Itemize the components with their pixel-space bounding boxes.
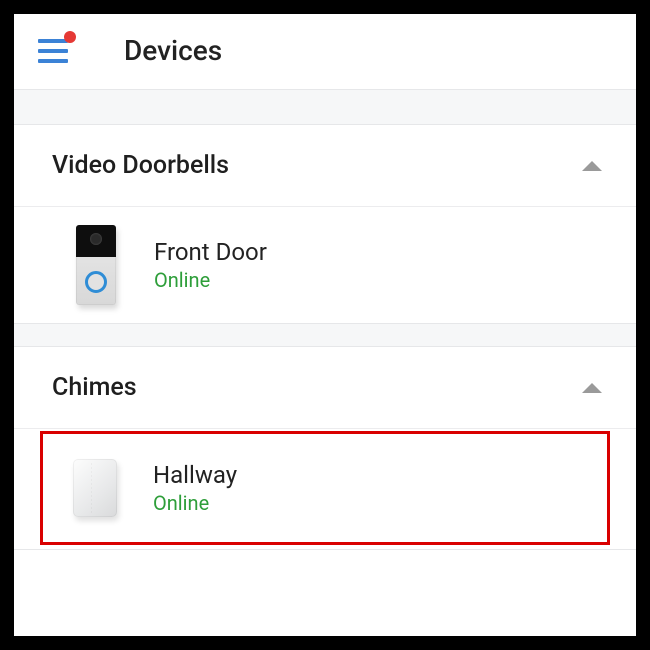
section-header-video-doorbells[interactable]: Video Doorbells [14, 125, 636, 207]
divider [14, 549, 636, 550]
device-status: Online [153, 491, 237, 515]
chime-icon [65, 448, 125, 528]
chevron-up-icon [582, 161, 602, 171]
section-spacer [14, 323, 636, 347]
section-title: Video Doorbells [52, 151, 229, 180]
device-name: Front Door [154, 238, 267, 266]
app-screen: Devices Video Doorbells Front Door Onlin… [14, 14, 636, 636]
menu-icon[interactable] [38, 39, 68, 63]
device-status: Online [154, 268, 267, 292]
doorbell-icon [66, 225, 126, 305]
notification-dot-icon [64, 31, 76, 43]
device-info: Front Door Online [154, 238, 267, 292]
header: Devices [14, 14, 636, 89]
device-name: Hallway [153, 461, 237, 489]
section-spacer [14, 89, 636, 125]
device-info: Hallway Online [153, 461, 237, 515]
device-row-hallway[interactable]: Hallway Online [40, 431, 610, 545]
section-title: Chimes [52, 373, 137, 402]
page-title: Devices [124, 34, 222, 67]
device-row-front-door[interactable]: Front Door Online [14, 207, 636, 323]
chevron-up-icon [582, 383, 602, 393]
section-header-chimes[interactable]: Chimes [14, 347, 636, 429]
